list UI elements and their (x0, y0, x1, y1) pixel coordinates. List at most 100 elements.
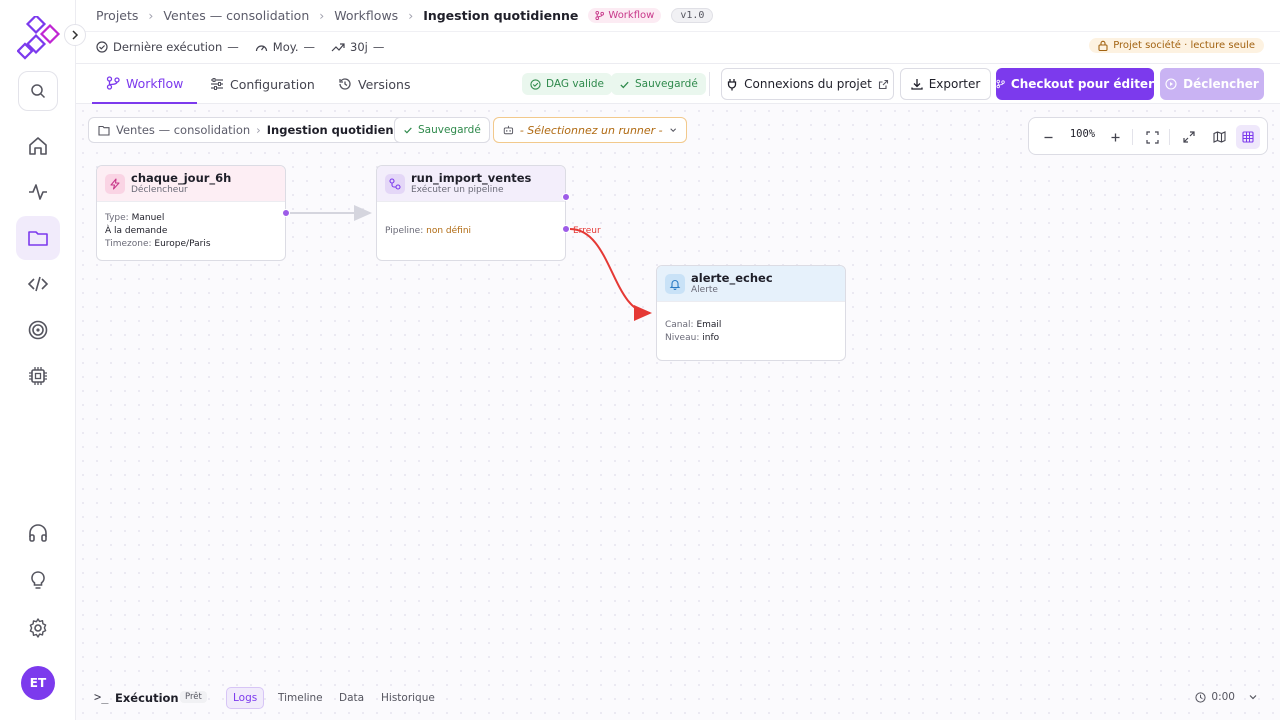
external-link-icon (878, 79, 888, 89)
sidebar: ET (0, 0, 86, 720)
field-value: info (702, 333, 720, 343)
saved-status-badge: Sauvegardé (611, 73, 706, 95)
app-logo[interactable] (16, 13, 61, 60)
checkout-edit-button[interactable]: Checkout pour éditer (996, 68, 1154, 100)
field-label: Pipeline: (385, 226, 424, 236)
download-icon (911, 79, 923, 90)
header-divider (76, 31, 1280, 32)
nav-projects[interactable] (16, 216, 60, 260)
page-title: Ingestion quotidienne (423, 8, 579, 23)
type-badge: Workflow (588, 8, 662, 23)
breadcrumb-projects[interactable]: Projets (96, 8, 138, 23)
nav-code[interactable] (16, 262, 60, 306)
field-value: À la demande (105, 226, 168, 236)
node-alert[interactable]: alerte_echec Alerte Canal: Email Niveau:… (656, 265, 846, 361)
error-port[interactable] (562, 225, 570, 233)
exec-tab-data[interactable]: Data (333, 687, 370, 709)
metric-trend-value: — (372, 40, 385, 54)
node-body: Pipeline: non défini (377, 202, 565, 238)
nav-activity[interactable] (16, 170, 60, 214)
edge-pipeline-error-to-alert[interactable] (569, 228, 652, 321)
output-port[interactable] (282, 209, 290, 217)
tab-workflow[interactable]: Workflow (92, 64, 198, 104)
sliders-icon (211, 78, 223, 90)
tab-configuration[interactable]: Configuration (210, 64, 315, 104)
type-badge-label: Workflow (608, 10, 655, 21)
tab-bar: Workflow Configuration Versions DAG vali… (76, 64, 1280, 104)
execution-timer[interactable]: 0:00 (1195, 691, 1258, 703)
nav-home[interactable] (16, 124, 60, 168)
project-connections-label: Connexions du projet (744, 77, 872, 91)
node-header: chaque_jour_6h Déclencheur (97, 166, 285, 202)
search-button[interactable] (18, 71, 58, 111)
node-pipeline[interactable]: run_import_ventes Exécuter un pipeline P… (376, 165, 601, 261)
play-icon (1165, 78, 1177, 90)
nav-runners[interactable] (16, 354, 60, 398)
trending-up-icon (331, 43, 345, 52)
cpu-icon (29, 367, 47, 385)
field-label: Timezone: (105, 239, 152, 249)
error-port-label: Erreur (573, 226, 601, 236)
breadcrumb-separator: › (408, 8, 414, 23)
breadcrumb: Projets › Ventes — consolidation › Workf… (96, 8, 714, 23)
gauge-icon (255, 45, 267, 52)
settings-icon (29, 618, 47, 638)
export-button[interactable]: Exporter (900, 68, 991, 100)
tab-versions-label: Versions (358, 76, 411, 92)
expand-sidebar-button[interactable] (64, 24, 86, 46)
node-icon (385, 174, 405, 194)
readonly-badge-label: Projet société · lecture seule (1113, 40, 1255, 51)
search-icon (31, 84, 46, 99)
node-body: Canal: Email Niveau: info (657, 302, 845, 345)
breadcrumb-separator: › (319, 8, 325, 23)
exec-tab-logs[interactable]: Logs (226, 687, 265, 709)
exec-tab-history[interactable]: Historique (375, 687, 441, 709)
history-icon (339, 78, 351, 90)
success-port[interactable] (562, 193, 570, 201)
node-title: run_import_ventes (411, 171, 532, 185)
field-label: Canal: (665, 320, 694, 330)
page-header: Projets › Ventes — consolidation › Workf… (76, 0, 1280, 64)
project-connections-button[interactable]: Connexions du projet (721, 68, 894, 100)
nav-target[interactable] (16, 308, 60, 352)
node-body: Type: Manuel À la demande Timezone: Euro… (97, 202, 285, 251)
node-icon (105, 174, 125, 194)
metric-last-run-label: Dernière exécution (113, 40, 223, 54)
tab-workflow-label: Workflow (126, 75, 184, 91)
dag-status-badge: DAG valide (522, 73, 612, 95)
plug-icon (728, 78, 737, 90)
metric-last-run: Dernière exécution — (96, 40, 239, 54)
node-subtitle: Déclencheur (131, 185, 188, 195)
node-header: run_import_ventes Exécuter un pipeline (377, 166, 565, 202)
node-icon (665, 274, 685, 294)
check-icon (620, 81, 629, 88)
activity-icon (29, 184, 47, 200)
exec-tab-timeline[interactable]: Timeline (272, 687, 329, 709)
breadcrumb-project[interactable]: Ventes — consolidation (163, 8, 309, 23)
field-label: Niveau: (665, 333, 700, 343)
node-subtitle: Alerte (691, 285, 718, 295)
run-metrics: Dernière exécution — Moy. — 30j — (96, 40, 384, 54)
metric-average: Moy. — (255, 40, 315, 54)
terminal-icon: >_ (94, 690, 109, 704)
metric-average-label: Moy. (272, 40, 299, 54)
trigger-button[interactable]: Déclencher (1160, 68, 1264, 100)
node-header: alerte_echec Alerte (657, 266, 845, 302)
lock-icon (1098, 40, 1108, 51)
execution-label[interactable]: Exécution (115, 691, 179, 705)
headphones-icon (29, 524, 47, 542)
nav-tips[interactable] (16, 558, 60, 602)
branch-icon (595, 11, 605, 20)
workflow-canvas[interactable]: Ventes — consolidation › Ingestion quoti… (76, 104, 1280, 720)
node-title: chaque_jour_6h (131, 171, 232, 185)
clock-icon (1195, 691, 1206, 703)
nav-support[interactable] (16, 511, 60, 555)
user-avatar[interactable]: ET (21, 666, 55, 700)
tab-versions[interactable]: Versions (338, 64, 410, 104)
nav-settings[interactable] (16, 606, 60, 650)
breadcrumb-workflows[interactable]: Workflows (334, 8, 398, 23)
check-circle-icon (96, 41, 108, 53)
field-value: Email (696, 320, 722, 330)
chevron-right-icon (72, 30, 79, 40)
node-trigger[interactable]: chaque_jour_6h Déclencheur Type: Manuel … (96, 165, 290, 261)
